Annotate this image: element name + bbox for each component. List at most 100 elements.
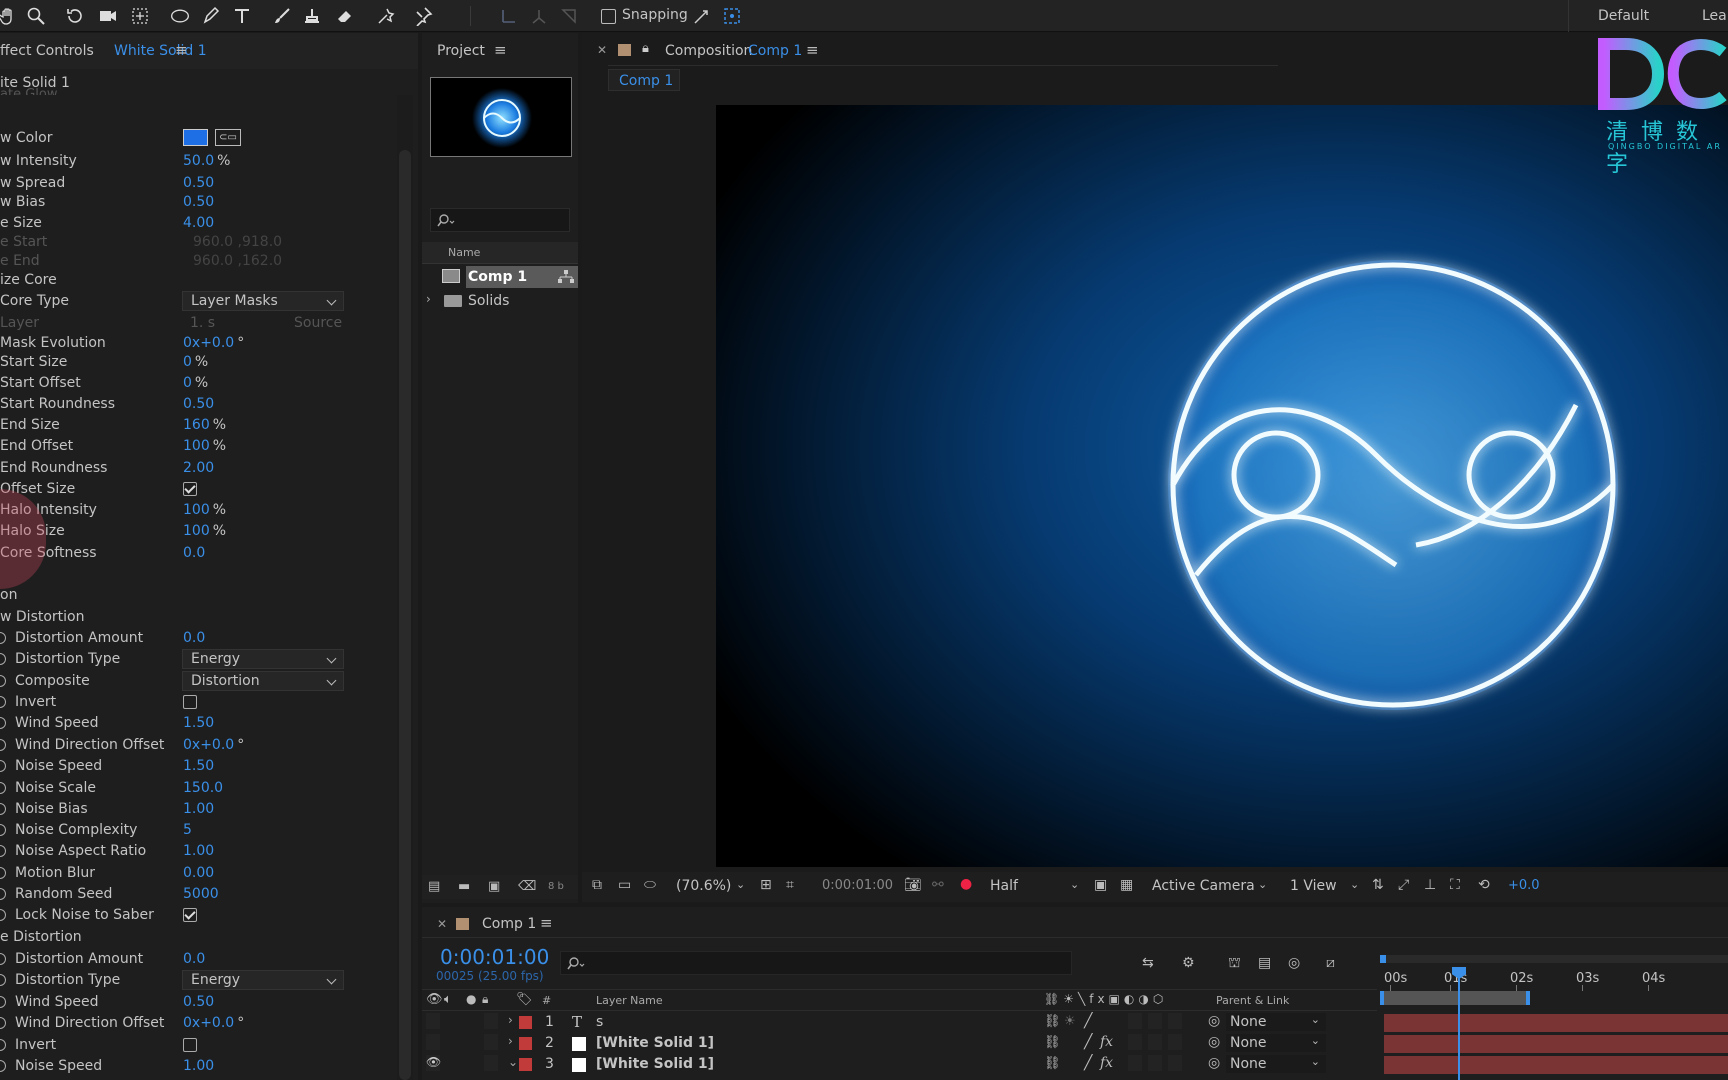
effect-param-number[interactable]: 0.50 [183, 194, 214, 210]
effect-param-value[interactable]: 0.50 [183, 396, 214, 412]
time-ruler[interactable]: 00s 01s 02s 03s 04s [1380, 967, 1728, 991]
effect-param-value[interactable]: 4.00 [183, 215, 214, 231]
effect-param-value[interactable]: 0.50 [183, 994, 214, 1010]
shy-switch-icon[interactable]: ⛓ [1044, 1056, 1061, 1071]
effect-param-value[interactable]: 0% [183, 375, 208, 391]
layer-duration-bar[interactable] [1384, 1035, 1728, 1053]
effect-param-number[interactable]: 1.50 [183, 758, 214, 774]
collapse-switch-icon[interactable]: ☀ [1064, 1014, 1076, 1029]
stopwatch-icon[interactable] [0, 653, 6, 665]
effect-param-number[interactable]: 1.00 [183, 801, 214, 817]
effect-param-value[interactable]: 50.0% [183, 153, 230, 169]
column-name-label[interactable]: Name [448, 246, 480, 259]
stopwatch-icon[interactable] [0, 845, 6, 857]
snapshot-icon[interactable]: 📷︎ [904, 877, 922, 893]
composition-viewer[interactable] [716, 105, 1728, 867]
effect-param-value[interactable]: 5000 [183, 886, 219, 902]
resolution-grid-icon[interactable]: ⊞ [760, 877, 772, 893]
effect-param-number[interactable]: 0.0 [183, 951, 205, 967]
effect-param-number[interactable]: 0.0 [183, 545, 205, 561]
channel-icon[interactable]: ● [960, 876, 972, 892]
roto-brush-icon[interactable] [374, 4, 398, 28]
comp-subtab[interactable]: Comp 1 [608, 69, 680, 91]
effect-param-number[interactable]: 0 [183, 354, 192, 370]
snapping-checkbox[interactable] [601, 9, 616, 24]
stopwatch-icon[interactable] [0, 632, 6, 644]
puppet-pin-icon[interactable] [411, 4, 435, 28]
pen-icon[interactable] [199, 4, 223, 28]
timeline-icon[interactable]: ⊥ [1424, 877, 1436, 893]
panel-menu-icon[interactable]: ≡ [494, 41, 507, 59]
stopwatch-icon[interactable] [0, 953, 6, 965]
effect-param-value[interactable]: 100% [183, 438, 226, 454]
effect-param-dropdown[interactable]: Energy [182, 970, 344, 990]
stopwatch-icon[interactable] [0, 717, 6, 729]
effect-param-number[interactable]: 0.00 [183, 865, 214, 881]
chevron-right-icon[interactable]: › [508, 1013, 513, 1027]
lock-icon[interactable]: 🔒︎ [642, 41, 649, 56]
effect-param-dropdown[interactable]: Energy [182, 649, 344, 669]
axis-world-icon[interactable] [527, 4, 551, 28]
visibility-toggle-icon[interactable]: 👁︎ [426, 1055, 441, 1071]
project-item-solids[interactable]: › Solids [422, 290, 578, 312]
new-folder-icon[interactable]: ▬ [458, 879, 470, 894]
stopwatch-icon[interactable] [0, 824, 6, 836]
clone-stamp-icon[interactable] [300, 4, 324, 28]
viewer-timecode[interactable]: 0:00:01:00 [822, 878, 893, 893]
layer-select-dropdown[interactable]: 1. s [190, 315, 215, 331]
stopwatch-icon[interactable] [0, 1060, 6, 1072]
playhead[interactable] [1458, 967, 1460, 1080]
layer-lock-toggle[interactable] [484, 1013, 498, 1029]
quality-switch-icon[interactable]: ╱ [1084, 1013, 1092, 1029]
effect-param-number[interactable]: 100 [183, 502, 210, 518]
stopwatch-icon[interactable] [0, 1017, 6, 1029]
label-color-swatch[interactable] [519, 1058, 532, 1071]
stopwatch-icon[interactable] [0, 675, 6, 687]
effect-param-number[interactable]: 0x+0.0 [183, 1015, 234, 1031]
effect-param-value[interactable]: 960.0 ,918.0 [193, 234, 282, 250]
zoom-icon[interactable] [24, 4, 48, 28]
pick-whip-icon[interactable]: ◎ [1208, 1034, 1220, 1050]
workspace-default[interactable]: Default [1598, 8, 1649, 24]
close-icon[interactable]: ✕ [597, 43, 607, 57]
effect-param-number[interactable]: 4.00 [183, 215, 214, 231]
brush-icon[interactable] [270, 4, 294, 28]
label-color-swatch[interactable] [519, 1016, 532, 1029]
fast-previews-icon[interactable]: ▣ [1094, 877, 1107, 893]
effect-param-value[interactable]: 100% [183, 523, 226, 539]
effect-param-value[interactable]: 1.00 [183, 843, 214, 859]
composition-tab-label[interactable]: Composition [665, 43, 752, 59]
always-preview-icon[interactable]: ⧉ [592, 877, 602, 893]
rotate-icon[interactable] [63, 4, 87, 28]
effect-param-number[interactable]: 0.0 [183, 630, 205, 646]
effect-param-number[interactable]: 0x+0.0 [183, 737, 234, 753]
effect-param-checkbox[interactable] [183, 482, 197, 496]
view-layout-dropdown[interactable]: 1 View [1290, 878, 1337, 894]
parent-dropdown[interactable]: None ⌄ [1226, 1034, 1326, 1052]
trash-icon[interactable]: ⌫ [518, 879, 536, 894]
stopwatch-icon[interactable] [0, 739, 6, 751]
effects-switch-icon[interactable]: fx [1100, 1055, 1113, 1071]
effect-param-number[interactable]: 960.0 ,162.0 [193, 253, 282, 269]
type-icon[interactable] [230, 4, 254, 28]
layer-row[interactable]: › 1 Ts ⛓ ☀ ╱ ◎ None ⌄ [422, 1013, 1377, 1033]
quality-switch-icon[interactable]: ╱ [1084, 1034, 1092, 1050]
layer-switch[interactable] [1128, 1055, 1142, 1071]
project-tab-label[interactable]: Project [437, 43, 485, 59]
panel-menu-icon[interactable]: ≡ [806, 41, 819, 59]
reset-exposure-icon[interactable]: ⟲ [1478, 877, 1490, 893]
effect-param-value[interactable]: 960.0 ,162.0 [193, 253, 282, 269]
zoom-dropdown[interactable]: (70.6%) [676, 878, 731, 894]
visibility-toggle-icon[interactable] [426, 1034, 440, 1050]
effect-param-number[interactable]: 1.00 [183, 1058, 214, 1074]
chevron-right-icon[interactable]: › [508, 1034, 513, 1048]
effect-param-number[interactable]: 0.50 [183, 396, 214, 412]
time-navigator[interactable] [1380, 955, 1728, 963]
parent-dropdown[interactable]: None ⌄ [1226, 1055, 1326, 1073]
effect-param-number[interactable]: 50.0 [183, 153, 214, 169]
color-swatch[interactable] [183, 129, 208, 146]
layer-switch[interactable] [1168, 1013, 1182, 1029]
chevron-down-icon[interactable]: ⌄ [1258, 878, 1267, 891]
exposure-value[interactable]: +0.0 [1508, 878, 1540, 893]
effects-switch-icon[interactable]: fx [1100, 1034, 1113, 1050]
